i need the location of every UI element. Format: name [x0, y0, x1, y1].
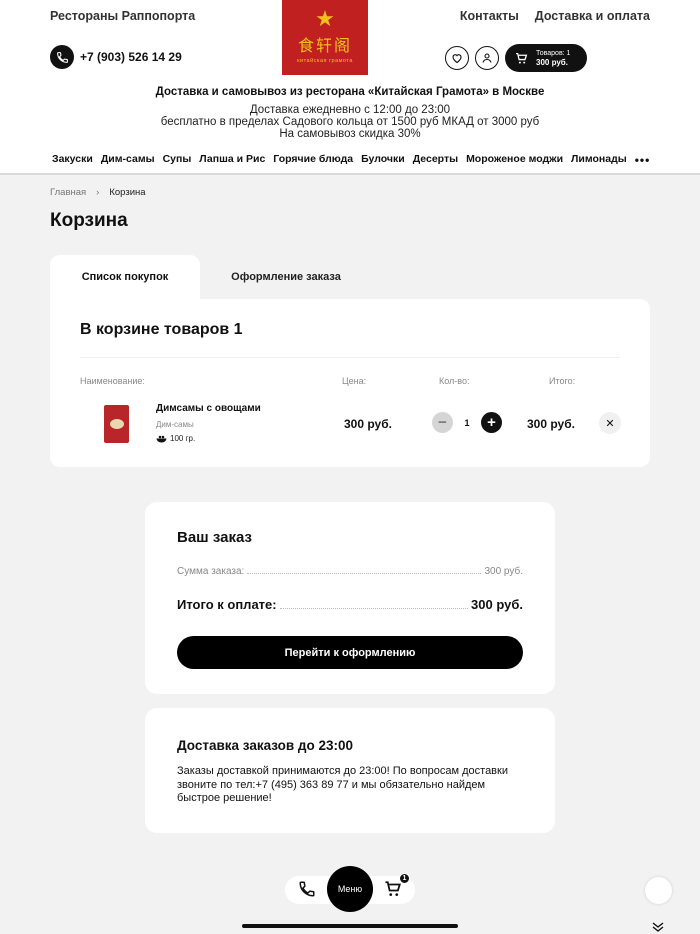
breadcrumb: Главная › Корзина [50, 187, 146, 198]
order-title: Ваш заказ [177, 529, 252, 546]
weight-value: 100 гр. [170, 434, 196, 443]
delivery-info: Доставка ежедневно с 12:00 до 23:00 бесп… [0, 104, 700, 140]
column-qty-header: Кол-во: [439, 376, 470, 386]
order-total-value: 300 руб. [471, 597, 523, 612]
menu-button[interactable]: Меню [327, 866, 373, 912]
header-actions: Товаров: 1 300 руб. [445, 44, 587, 72]
quantity-stepper: − 1 + [432, 412, 502, 433]
column-total-header: Итого: [549, 376, 576, 386]
info-line: На самовывоз скидка 30% [279, 128, 421, 140]
logo-subtitle: китайская грамота [297, 58, 353, 64]
cart-count-label: Товаров: 1 [536, 50, 571, 57]
tab-shopping-list[interactable]: Список покупок [50, 255, 200, 299]
nav-item-buns[interactable]: Булочки [361, 153, 405, 167]
header-cart-button[interactable]: Товаров: 1 300 руб. [505, 44, 587, 72]
nav-item-desserts[interactable]: Десерты [413, 153, 458, 167]
column-price-header: Цена: [342, 376, 367, 386]
order-sum-row: Сумма заказа: 300 руб. [177, 566, 523, 577]
nav-item-mochi[interactable]: Мороженое моджи [466, 153, 563, 167]
nav-divider [0, 173, 700, 175]
order-sum-label: Сумма заказа: [177, 566, 245, 577]
order-sum-value: 300 руб. [484, 566, 523, 577]
remove-item-close-icon[interactable]: ✕ [599, 412, 621, 434]
chevron-right-icon: › [96, 187, 100, 198]
delivery-text: Заказы доставкой принимаются до 23:00! П… [177, 765, 508, 804]
logo[interactable]: ★ 食轩阁 китайская грамота [282, 0, 368, 75]
delivery-title: Доставка заказов до 23:00 [177, 738, 354, 753]
column-name-header: Наименование: [80, 376, 145, 386]
star-icon: ★ [315, 6, 335, 31]
user-icon[interactable] [475, 46, 499, 70]
page-title: Корзина [50, 210, 128, 231]
breadcrumb-current: Корзина [109, 187, 146, 198]
nav-item-dimsums[interactable]: Дим-самы [101, 153, 155, 167]
bottom-cart-icon[interactable] [384, 880, 402, 903]
scroll-button[interactable] [645, 877, 672, 904]
bowl-icon [156, 435, 167, 442]
delivery-notice-card: Доставка заказов до 23:00 Заказы доставк… [145, 708, 555, 833]
logo-hanzi: 食轩阁 [297, 36, 352, 55]
brand-link[interactable]: Рестораны Раппопорта [50, 9, 195, 23]
product-total: 300 руб. [527, 417, 575, 431]
nav-item-soups[interactable]: Супы [163, 153, 192, 167]
phone-icon [50, 45, 74, 69]
order-total-label: Итого к оплате: [177, 597, 277, 612]
breadcrumb-home[interactable]: Главная [50, 187, 86, 198]
more-dots-icon[interactable]: ••• [635, 153, 651, 167]
decrease-button[interactable]: − [432, 412, 453, 433]
order-total-row: Итого к оплате: 300 руб. [177, 597, 523, 612]
product-price: 300 руб. [344, 417, 392, 431]
product-weight: 100 гр. [156, 434, 195, 443]
checkout-button[interactable]: Перейти к оформлению [177, 636, 523, 669]
phone-icon[interactable] [298, 880, 316, 903]
cart-sum: 300 руб. [536, 58, 568, 67]
info-line: Доставка ежедневно с 12:00 до 23:00 [249, 104, 451, 116]
product-name[interactable]: Димсамы с овощами [156, 403, 261, 414]
tagline: Доставка и самовывоз из ресторана «Китай… [155, 86, 545, 98]
favorites-heart-icon[interactable] [445, 46, 469, 70]
product-category: Дим-самы [156, 420, 194, 429]
divider [80, 357, 620, 358]
info-line: бесплатно в пределах Садового кольца от … [160, 116, 540, 128]
nav-item-noodles[interactable]: Лапша и Рис [199, 153, 265, 167]
product-image[interactable] [104, 405, 129, 443]
cart-panel: В корзине товаров 1 Наименование: Цена: … [50, 299, 650, 467]
quantity-value: 1 [464, 417, 470, 428]
phone-block[interactable]: +7 (903) 526 14 29 [50, 45, 182, 69]
chevron-down-icon[interactable] [652, 922, 664, 934]
cart-badge: 1 [399, 873, 410, 884]
phone-number[interactable]: +7 (903) 526 14 29 [80, 50, 182, 64]
increase-button[interactable]: + [481, 412, 502, 433]
tab-checkout[interactable]: Оформление заказа [206, 255, 366, 299]
nav-item-lemonades[interactable]: Лимонады [571, 153, 627, 167]
home-indicator [242, 924, 458, 928]
top-links: Контакты Доставка и оплата [460, 9, 650, 23]
cart-icon [516, 52, 528, 64]
delivery-payment-link[interactable]: Доставка и оплата [535, 9, 650, 23]
header: Рестораны Раппопорта Контакты Доставка и… [0, 0, 700, 174]
cart-title: В корзине товаров 1 [80, 321, 243, 338]
nav-item-hot-dishes[interactable]: Горячие блюда [273, 153, 353, 167]
category-nav: Закуски Дим-самы Супы Лапша и Рис Горячи… [52, 153, 650, 167]
nav-item-zakuski[interactable]: Закуски [52, 153, 93, 167]
contacts-link[interactable]: Контакты [460, 9, 519, 23]
